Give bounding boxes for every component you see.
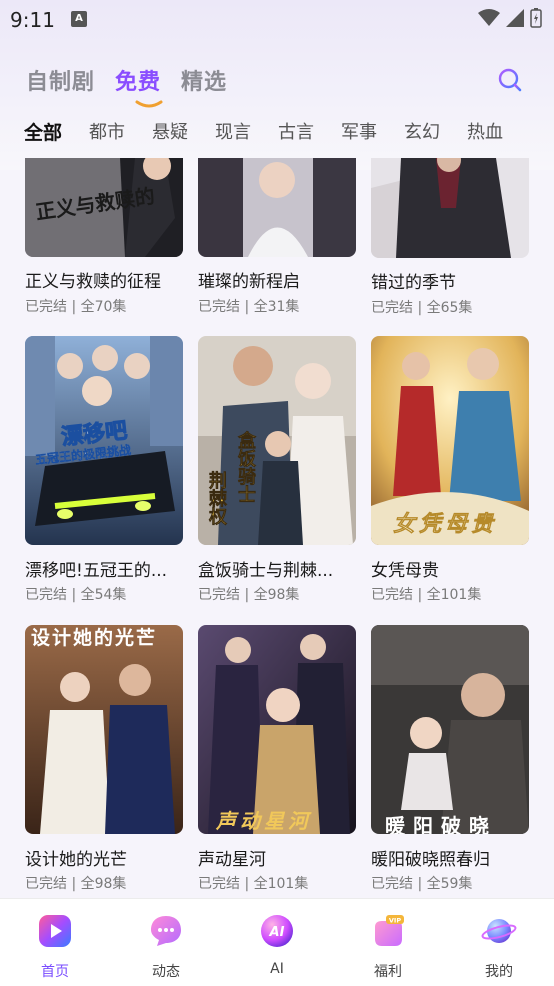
drama-meta: 已完结 | 全65集: [371, 300, 473, 316]
drama-meta: 已完结 | 全101集: [198, 876, 309, 892]
tab-active-indicator: [135, 100, 163, 108]
drama-poster: 正义与救赎的: [25, 158, 183, 257]
drama-title: 盒饭骑士与荆棘...: [198, 561, 334, 581]
svg-text:VIP: VIP: [389, 917, 401, 925]
poster-subtitle-art: 荆棘权: [206, 471, 228, 526]
drama-meta: 已完结 | 全101集: [371, 587, 482, 603]
drama-title: 女凭母贵: [371, 561, 439, 581]
category-suspense[interactable]: 悬疑: [152, 118, 188, 150]
category-urban[interactable]: 都市: [89, 118, 125, 150]
drama-card[interactable]: 声动星河 声动星河 已完结 | 全101集: [198, 625, 356, 892]
category-modern-romance[interactable]: 现言: [215, 118, 251, 150]
notification-icon: A: [71, 11, 87, 27]
tab-free[interactable]: 免费: [115, 64, 163, 108]
poster-title-art: 设计她的光芒: [31, 627, 158, 649]
nav-feed[interactable]: 动态: [111, 899, 221, 986]
drama-title: 暖阳破晓照春归: [371, 850, 490, 870]
drama-card[interactable]: 女凭母贵 女凭母贵 已完结 | 全101集: [371, 336, 529, 603]
nav-welfare-label: 福利: [374, 964, 402, 980]
bottom-nav: 首页 动态 AI AI VIP 福利 我的: [0, 898, 554, 986]
category-military[interactable]: 军事: [341, 118, 377, 150]
category-all[interactable]: 全部: [24, 118, 62, 150]
wifi-icon: [478, 9, 500, 26]
drama-card[interactable]: 暖阳破晓 暖阳破晓照春归 已完结 | 全59集: [371, 625, 529, 892]
drama-meta: 已完结 | 全70集: [25, 299, 127, 315]
nav-home-label: 首页: [41, 964, 69, 980]
drama-title: 错过的季节: [371, 273, 456, 293]
nav-ai-label: AI: [270, 961, 284, 977]
system-icons: [478, 8, 542, 28]
drama-meta: 已完结 | 全54集: [25, 587, 127, 603]
signal-icon: [506, 9, 524, 27]
drama-poster: 漂移吧 五冠王的极限挑战: [25, 336, 183, 545]
top-tabs: 自制剧 免费 精选: [26, 64, 227, 108]
ai-orb-icon: AI: [261, 915, 293, 947]
gift-vip-icon: VIP: [375, 915, 404, 946]
poster-title-art: 暖阳破晓: [385, 814, 497, 834]
drama-card[interactable]: 璀璨的新程启 已完结 | 全31集: [198, 158, 356, 315]
drama-poster: 盒饭骑士 荆棘权: [198, 336, 356, 545]
tab-featured[interactable]: 精选: [181, 64, 227, 96]
poster-title-art: 声动星河: [216, 809, 312, 833]
drama-meta: 已完结 | 全98集: [198, 587, 300, 603]
poster-title-art: 女凭母贵: [393, 511, 498, 538]
drama-meta: 已完结 | 全98集: [25, 876, 127, 892]
nav-home[interactable]: 首页: [0, 899, 110, 986]
tab-self-made[interactable]: 自制剧: [26, 64, 95, 96]
drama-meta: 已完结 | 全31集: [198, 299, 300, 315]
nav-ai[interactable]: AI AI: [222, 899, 332, 986]
drama-poster: 暖阳破晓: [371, 625, 529, 834]
drama-title: 设计她的光芒: [25, 850, 127, 870]
drama-title: 漂移吧!五冠王的...: [25, 561, 168, 581]
drama-poster: 设计她的光芒: [25, 625, 183, 834]
svg-text:AI: AI: [269, 925, 285, 940]
status-bar: 9:11 A: [0, 0, 554, 40]
planet-icon: [481, 919, 517, 943]
search-icon[interactable]: [497, 67, 523, 93]
drama-meta: 已完结 | 全59集: [371, 876, 473, 892]
category-fantasy[interactable]: 玄幻: [404, 118, 440, 150]
drama-card[interactable]: 漂移吧 五冠王的极限挑战 漂移吧!五冠王的... 已完结 | 全54集: [25, 336, 183, 603]
chat-bubble-icon: [151, 916, 181, 946]
drama-title: 声动星河: [198, 850, 266, 870]
drama-poster: [371, 158, 529, 258]
home-play-icon: [39, 915, 71, 947]
nav-profile[interactable]: 我的: [444, 899, 554, 986]
drama-card[interactable]: 错过的季节 已完结 | 全65集: [371, 158, 529, 316]
drama-title: 璀璨的新程启: [198, 272, 300, 292]
category-bar: 全部 都市 悬疑 现言 古言 军事 玄幻 热血: [24, 118, 554, 150]
drama-poster: 声动星河: [198, 625, 356, 834]
category-ancient-romance[interactable]: 古言: [278, 118, 314, 150]
category-hot-blooded[interactable]: 热血: [467, 118, 503, 150]
nav-profile-label: 我的: [485, 964, 513, 980]
nav-welfare[interactable]: VIP 福利: [333, 899, 443, 986]
poster-title-art: 盒饭骑士: [235, 431, 257, 504]
drama-title: 正义与救赎的征程: [25, 272, 161, 292]
drama-grid: 正义与救赎的 正义与救赎的征程 已完结 | 全70集 璀璨的新程启 已完结 | …: [0, 158, 554, 898]
nav-feed-label: 动态: [152, 964, 180, 980]
status-time: 9:11: [10, 8, 55, 32]
drama-card[interactable]: 正义与救赎的 正义与救赎的征程 已完结 | 全70集: [25, 158, 183, 315]
battery-icon: [530, 8, 542, 28]
tab-free-label: 免费: [115, 70, 162, 95]
drama-poster: [198, 158, 356, 257]
drama-card[interactable]: 盒饭骑士 荆棘权 盒饭骑士与荆棘... 已完结 | 全98集: [198, 336, 356, 603]
drama-poster: 女凭母贵: [371, 336, 529, 545]
drama-card[interactable]: 设计她的光芒 设计她的光芒 已完结 | 全98集: [25, 625, 183, 892]
